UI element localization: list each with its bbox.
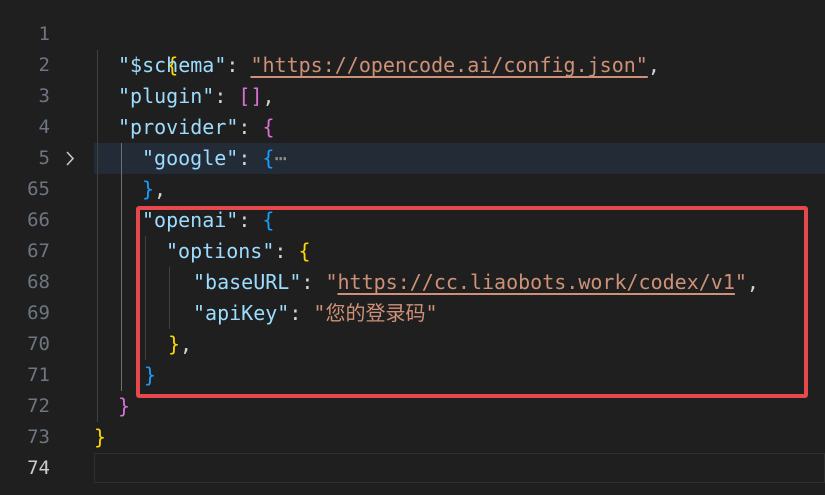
brace: { (262, 146, 275, 170)
line-number: 1 (38, 23, 50, 45)
colon: : (238, 146, 263, 170)
folded-ellipsis[interactable]: ⋯ (274, 146, 286, 170)
code-line[interactable]: 4 "provider": { (0, 112, 825, 143)
line-number: 67 (27, 240, 50, 262)
brace: { (262, 115, 275, 139)
code-line[interactable]: 73 } (0, 422, 825, 453)
json-key: "plugin" (118, 84, 215, 108)
line-number: 3 (38, 85, 50, 107)
colon: : (238, 115, 263, 139)
brace: } (94, 425, 107, 449)
chevron-right-icon[interactable] (64, 143, 86, 174)
line-number: 71 (27, 364, 50, 386)
annotation-highlight-box (136, 206, 808, 398)
json-key: "provider" (118, 115, 239, 139)
comma: , (154, 177, 167, 201)
code-line-current[interactable]: 74 (0, 453, 825, 484)
json-key: "$schema" (118, 53, 227, 77)
code-line[interactable]: 2 "$schema": "https://opencode.ai/config… (0, 50, 825, 81)
line-number: 69 (27, 302, 50, 324)
code-line[interactable]: 1 { (0, 19, 825, 77)
array-brackets: [] (238, 84, 263, 108)
comma: , (647, 53, 660, 77)
comma: , (262, 84, 275, 108)
brace: } (142, 177, 155, 201)
line-number: 73 (27, 426, 50, 448)
line-number: 72 (27, 395, 50, 417)
line-number: 5 (38, 147, 50, 169)
code-editor[interactable]: 1 { 2 "$schema": "https://opencode.ai/co… (0, 0, 825, 495)
code-line-folded[interactable]: 5 "google": {⋯ (0, 143, 825, 174)
url-link[interactable]: "https://opencode.ai/config.json" (250, 53, 647, 77)
line-number: 65 (27, 178, 50, 200)
line-number: 68 (27, 271, 50, 293)
line-number: 4 (38, 116, 50, 138)
line-number: 66 (27, 209, 50, 231)
colon: : (214, 84, 239, 108)
colon: : (226, 53, 251, 77)
line-number: 70 (27, 333, 50, 355)
line-number: 74 (27, 457, 50, 479)
code-line[interactable]: 65 }, (0, 174, 825, 205)
line-number: 2 (38, 54, 50, 76)
json-key: "google" (142, 146, 239, 170)
brace: } (118, 394, 131, 418)
code-line[interactable]: 3 "plugin": [], (0, 81, 825, 112)
